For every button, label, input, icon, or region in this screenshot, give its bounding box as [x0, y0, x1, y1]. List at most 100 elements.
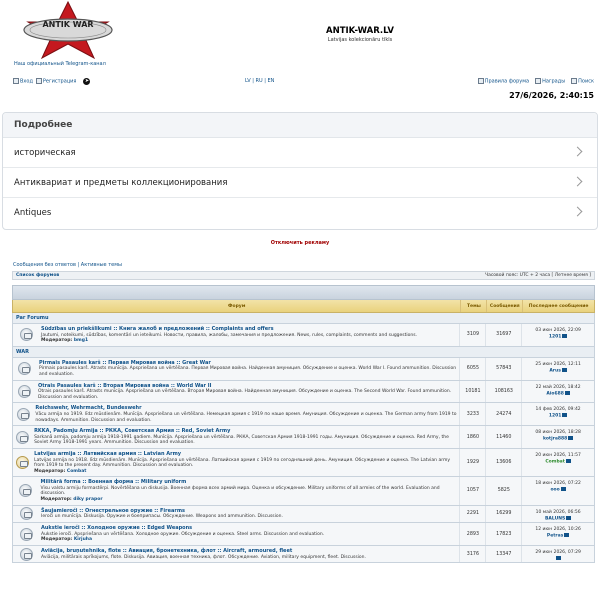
forum-row[interactable]: Šaujamieroči :: Огнестрельное оружие :: … — [12, 505, 595, 524]
last-post-author[interactable]: Petras — [547, 534, 563, 539]
forum-status — [13, 506, 39, 523]
topics-count: 1860 — [460, 426, 487, 448]
forum-read-icon — [19, 527, 33, 541]
last-post-author[interactable]: 1201 — [549, 335, 562, 340]
view-latest-post-icon[interactable] — [560, 487, 566, 492]
forum-cell: Aviācija, bruņutehnika, flote :: Авиация… — [13, 545, 461, 563]
view-latest-post-icon[interactable] — [565, 458, 571, 463]
forum-row[interactable]: Reichswehr, Wehrmacht, Bundeswehr Vācu ar… — [12, 403, 595, 427]
nav-left: Вход Регистрация ➤ — [13, 78, 91, 85]
forum-cell: RKKA, Padomju Armija :: РККА, Советская … — [13, 426, 461, 448]
last-post-author[interactable]: BALUNS — [545, 516, 565, 521]
moderator-line: Модератор: diky prapor — [40, 497, 457, 503]
moderator-link[interactable]: Kirjuha — [74, 537, 92, 542]
telegram-icon[interactable]: ➤ — [83, 78, 91, 85]
table-header: Форум Темы Сообщения Последнее сообщение — [12, 300, 595, 313]
forum-row[interactable]: Aukstie ieroči :: Холодное оружие :: Edg… — [12, 523, 595, 546]
site-subtitle: Latvijas kolekcionāru tīkls — [327, 37, 393, 43]
view-latest-post-icon[interactable] — [556, 555, 562, 560]
posts-count: 13606 — [486, 448, 523, 477]
login-link[interactable]: Вход — [13, 78, 33, 85]
language-switcher[interactable]: LV | RU | EN — [245, 78, 274, 84]
moderator-link[interactable]: Combat — [67, 469, 87, 474]
view-latest-post-icon[interactable] — [562, 413, 568, 418]
disable-ads-link[interactable]: Отключить рекламу — [0, 240, 600, 246]
forum-row[interactable]: Aviācija, bruņutehnika, flote :: Авиация… — [12, 545, 595, 564]
forum-cell: Šaujamieroči :: Огнестрельное оружие :: … — [13, 505, 461, 523]
forum-info: Šaujamieroči :: Огнестрельное оружие :: … — [39, 506, 285, 523]
last-post-cell: 08 июн 2026, 18:28 kotjra888 — [522, 426, 594, 448]
forum-info: RKKA, Padomju Armija :: РККА, Советская … — [32, 426, 459, 448]
view-latest-post-icon[interactable] — [561, 367, 567, 372]
details-item-label: Антиквариат и предметы коллекционировани… — [14, 178, 228, 188]
rules-label: Правила форума — [484, 78, 530, 85]
last-post-cell: 10 май 2026, 06:56 BALUNS — [522, 506, 594, 523]
forum-cell: Militārā forma :: Военная форма :: Milit… — [13, 477, 461, 505]
forum-description: Visu valstu armiju formastērpi. Novērtēš… — [40, 485, 440, 497]
forum-row[interactable]: Latvijas armija :: Латвийская армия :: L… — [12, 448, 595, 478]
forum-read-icon — [19, 547, 33, 561]
forum-status — [13, 523, 39, 545]
forum-row[interactable]: Pirmais Pasaules karš :: Первая Мировая … — [12, 357, 595, 381]
quick-links[interactable]: Сообщения без ответов | Активные темы — [13, 262, 122, 268]
register-link[interactable]: Регистрация — [35, 78, 76, 85]
moderator-line: Модератор: Combat — [34, 469, 457, 475]
last-post-author[interactable]: 1201 — [549, 414, 562, 419]
site-logo[interactable]: ANTIK WAR — [12, 0, 124, 62]
forum-list-link[interactable]: Список форумов — [16, 273, 59, 278]
view-latest-post-icon[interactable] — [564, 533, 570, 538]
current-datetime: 27/6/2026, 2:40:15 — [509, 91, 594, 100]
forum-status — [13, 403, 33, 425]
search-link[interactable]: Поиск — [571, 78, 594, 85]
forum-row[interactable]: Sūdzības un priekšlikumi :: Книга жалоб … — [12, 324, 595, 347]
category-row[interactable]: WAR — [12, 346, 595, 358]
last-post-cell: 20 июн 2026, 11:57 Combat — [522, 449, 594, 476]
view-latest-post-icon[interactable] — [568, 436, 574, 441]
col-posts: Сообщения — [486, 300, 522, 312]
awards-link[interactable]: Награды — [535, 78, 565, 85]
timezone-info: Часовой пояс: UTC + 2 часа [ Летнее врем… — [484, 273, 591, 278]
forum-cell: Reichswehr, Wehrmacht, Bundeswehr Vācu ar… — [13, 403, 461, 426]
forum-row[interactable]: RKKA, Padomju Armija :: РККА, Советская … — [12, 426, 595, 449]
view-latest-post-icon[interactable] — [564, 390, 570, 395]
telegram-link[interactable]: Наш официальный Telegram-канал — [14, 61, 106, 67]
moderator-link[interactable]: diky prapor — [73, 497, 102, 502]
last-post-author[interactable]: Aio688 — [546, 391, 564, 396]
forum-description: Ieroči un munīcija. Diskusija. Оружие и … — [41, 514, 283, 520]
moderator-line: Модератор: bmg1 — [41, 338, 417, 344]
forum-read-icon — [19, 507, 33, 521]
forum-row[interactable]: Militārā forma :: Военная форма :: Milit… — [12, 477, 595, 506]
topics-count: 3233 — [460, 403, 487, 426]
posts-count: 108163 — [486, 380, 523, 403]
details-item-antiques-en[interactable]: Antiques — [3, 198, 597, 228]
moderator-link[interactable]: bmg1 — [74, 338, 88, 343]
forum-read-icon — [16, 407, 30, 421]
last-post-author[interactable]: ooo — [550, 488, 559, 493]
awards-icon — [535, 78, 542, 84]
rules-link[interactable]: Правила форума — [477, 78, 530, 85]
topics-count: 3109 — [460, 324, 487, 346]
details-item-antiques-ru[interactable]: Антиквариат и предметы коллекционировани… — [3, 168, 597, 198]
details-item-historical[interactable]: историческая — [3, 138, 597, 168]
topics-count: 2291 — [460, 505, 487, 523]
last-post-author[interactable]: Combat — [545, 459, 565, 464]
category-row[interactable]: Par Forumu — [12, 313, 595, 324]
forum-row[interactable]: Otrais Pasaules karš :: Вторая Мировая в… — [12, 380, 595, 404]
last-post-author[interactable]: kotjra888 — [543, 437, 567, 442]
view-latest-post-icon[interactable] — [566, 515, 572, 520]
forum-status — [13, 449, 32, 476]
forum-cell: Otrais Pasaules karš :: Вторая Мировая в… — [13, 380, 461, 403]
details-panel: Подробнее историческая Антиквариат и пре… — [2, 112, 598, 230]
login-label: Вход — [20, 78, 33, 85]
details-panel-title: Подробнее — [3, 113, 597, 138]
forum-cell: Latvijas armija :: Латвийская армия :: L… — [13, 448, 461, 477]
last-post-author[interactable]: Arus — [549, 368, 561, 373]
forum-read-icon — [18, 362, 32, 376]
chevron-right-icon — [572, 176, 583, 187]
forum-info: Militārā forma :: Военная форма :: Milit… — [38, 477, 459, 504]
breadcrumb-bar: Список форумов Часовой пояс: UTC + 2 час… — [12, 271, 595, 280]
forum-description: Latvijas armija no 1918. līdz mūsdienām.… — [34, 457, 451, 469]
site-title[interactable]: ANTIK-WAR.LV — [300, 26, 420, 36]
view-latest-post-icon[interactable] — [562, 334, 568, 338]
forum-status — [13, 324, 39, 346]
